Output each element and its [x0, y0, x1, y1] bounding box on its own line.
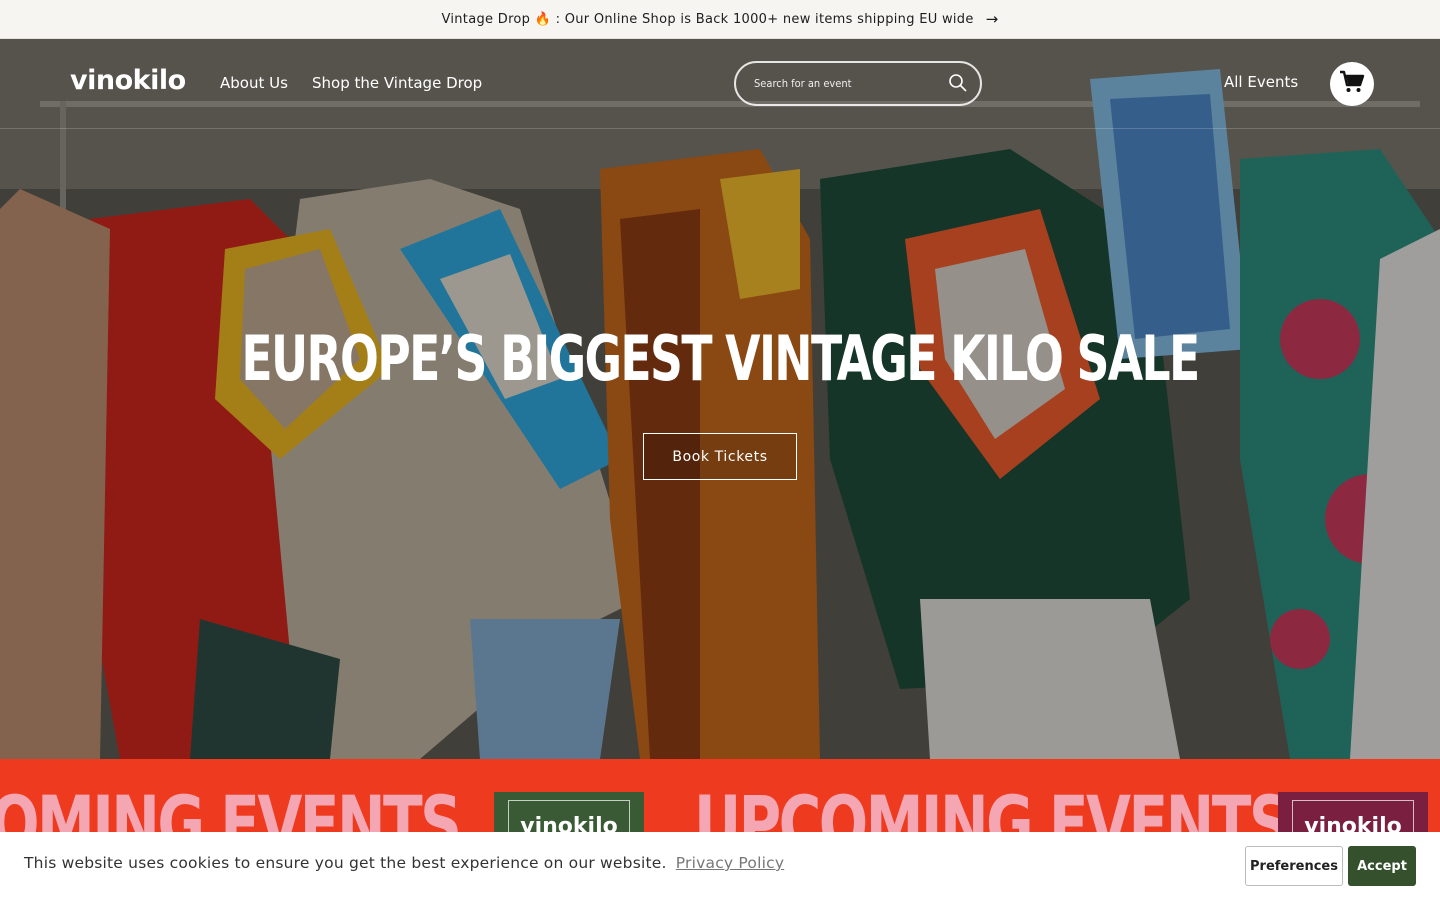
cart-button[interactable] [1330, 62, 1374, 106]
search-icon[interactable] [948, 73, 968, 97]
site-header: vinokilo About Us Shop the Vintage Drop … [0, 39, 1440, 129]
announcement-text[interactable]: Vintage Drop 🔥 : Our Online Shop is Back… [441, 12, 973, 27]
book-tickets-button[interactable]: Book Tickets [643, 433, 797, 480]
hero-section [0, 39, 1440, 759]
event-search[interactable] [734, 61, 982, 106]
hero-headline: EUROPE’S BIGGEST VINTAGE KILO SALE [241, 322, 1200, 395]
arrow-right-icon[interactable]: → [986, 10, 999, 28]
hero-overlay [0, 39, 1440, 759]
all-events-link[interactable]: All Events [1224, 73, 1298, 91]
cookie-preferences-button[interactable]: Preferences [1245, 846, 1343, 886]
vinokilo-logo[interactable]: vinokilo [70, 65, 186, 96]
privacy-policy-link[interactable]: Privacy Policy [676, 854, 784, 872]
cookie-banner: This website uses cookies to ensure you … [0, 832, 1440, 900]
cart-icon [1339, 70, 1365, 98]
announcement-bar[interactable]: Vintage Drop 🔥 : Our Online Shop is Back… [0, 0, 1440, 39]
search-input[interactable] [754, 77, 934, 90]
nav-shop-vintage-drop[interactable]: Shop the Vintage Drop [312, 74, 482, 92]
cookie-accept-button[interactable]: Accept [1348, 846, 1416, 886]
cookie-message: This website uses cookies to ensure you … [24, 854, 784, 872]
cookie-text: This website uses cookies to ensure you … [24, 854, 667, 872]
nav-about-us[interactable]: About Us [220, 74, 288, 92]
